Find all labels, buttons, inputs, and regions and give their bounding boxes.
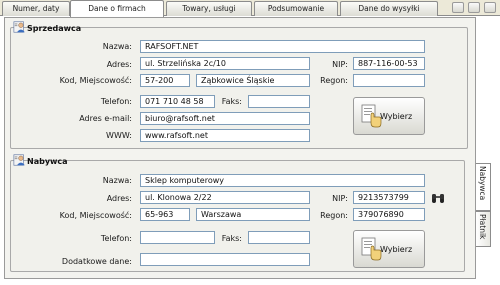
seller-phone-field[interactable]: 071 710 48 58 [140,95,215,108]
seller-phone-label: Telefon: [100,97,132,106]
buyer-nip-field[interactable]: 9213573799 [353,191,425,204]
seller-postcode-city-label: Kod, Miejscowość: [59,76,132,85]
hand-pointer-icon [361,104,382,128]
buyer-address-field[interactable]: ul. Klonowa 2/22 [140,191,310,204]
seller-select-button[interactable]: Wybierz [353,97,425,135]
side-tab-nabywca[interactable]: Nabywca [476,163,491,211]
seller-group-title: Sprzedawca [27,24,82,33]
buyer-name-label: Nazwa: [102,176,132,185]
person-card-icon [13,154,25,166]
seller-select-button-label: Wybierz [380,112,413,121]
buyer-fax-label: Faks: [221,234,242,243]
seller-www-label: WWW: [106,131,132,140]
seller-fax-field[interactable] [248,95,310,108]
buyer-postcode-city-label: Kod, Miejscowość: [59,211,132,220]
restore-panel-button[interactable] [468,2,480,13]
buyer-group-title: Nabywca [27,157,68,166]
tab-dane-o-firmach[interactable]: Dane o firmach [70,0,164,17]
buyer-phone-field[interactable] [140,231,215,244]
seller-regon-label: Regon: [320,76,348,85]
side-tab-nabywca-label: Nabywca [478,166,487,201]
minimize-panel-button[interactable] [452,2,464,13]
buyer-select-button-label: Wybierz [380,245,413,254]
close-panel-button[interactable] [484,2,496,13]
tab-dane-do-wysylki[interactable]: Dane do wysyłki [340,1,438,16]
person-card-icon [13,21,25,33]
seller-email-label: Adres e-mail: [79,114,132,123]
seller-address-label: Adres: [106,60,132,69]
hand-pointer-icon [361,237,382,261]
side-tab-platnik[interactable]: Płatnik [476,211,491,247]
tab-numer-daty[interactable]: Numer, daty [2,1,70,16]
buyer-city-field[interactable]: Warszawa [196,208,310,221]
seller-nip-label: NIP: [332,60,348,69]
seller-address-field[interactable]: ul. Strzelińska 2c/10 [140,57,310,70]
buyer-postcode-field[interactable]: 65-963 [140,208,190,221]
seller-name-label: Nazwa: [102,42,132,51]
buyer-name-field[interactable]: Sklep komputerowy [140,174,425,187]
buyer-select-button[interactable]: Wybierz [353,230,425,268]
seller-www-field[interactable]: www.rafsoft.net [140,129,310,142]
seller-email-field[interactable]: biuro@rafsoft.net [140,112,310,125]
tab-bar: Numer, daty Dane o firmach Towary, usług… [0,0,500,17]
buyer-address-label: Adres: [106,194,132,203]
tab-podsumowanie[interactable]: Podsumowanie [254,1,338,16]
buyer-phone-label: Telefon: [100,234,132,243]
side-tab-platnik-label: Płatnik [478,214,487,240]
buyer-regon-label: Regon: [320,211,348,220]
buyer-nip-label: NIP: [332,194,348,203]
seller-city-field[interactable]: Ząbkowice Śląskie [196,74,310,87]
invoice-editor-window: Numer, daty Dane o firmach Towary, usług… [0,0,500,285]
tab-towary-uslugi[interactable]: Towary, usługi [166,1,252,16]
seller-nip-field[interactable]: 887-116-00-53 [353,57,425,70]
buyer-fax-field[interactable] [248,231,310,244]
seller-name-field[interactable]: RAFSOFT.NET [140,40,425,53]
buyer-extra-label: Dodatkowe dane: [61,257,132,266]
buyer-extra-field[interactable] [140,253,310,266]
buyer-regon-field[interactable]: 379076890 [353,208,425,221]
seller-fax-label: Faks: [221,97,242,106]
binoculars-icon[interactable] [431,192,445,204]
seller-postcode-field[interactable]: 57-200 [140,74,190,87]
seller-regon-field[interactable] [353,74,425,87]
